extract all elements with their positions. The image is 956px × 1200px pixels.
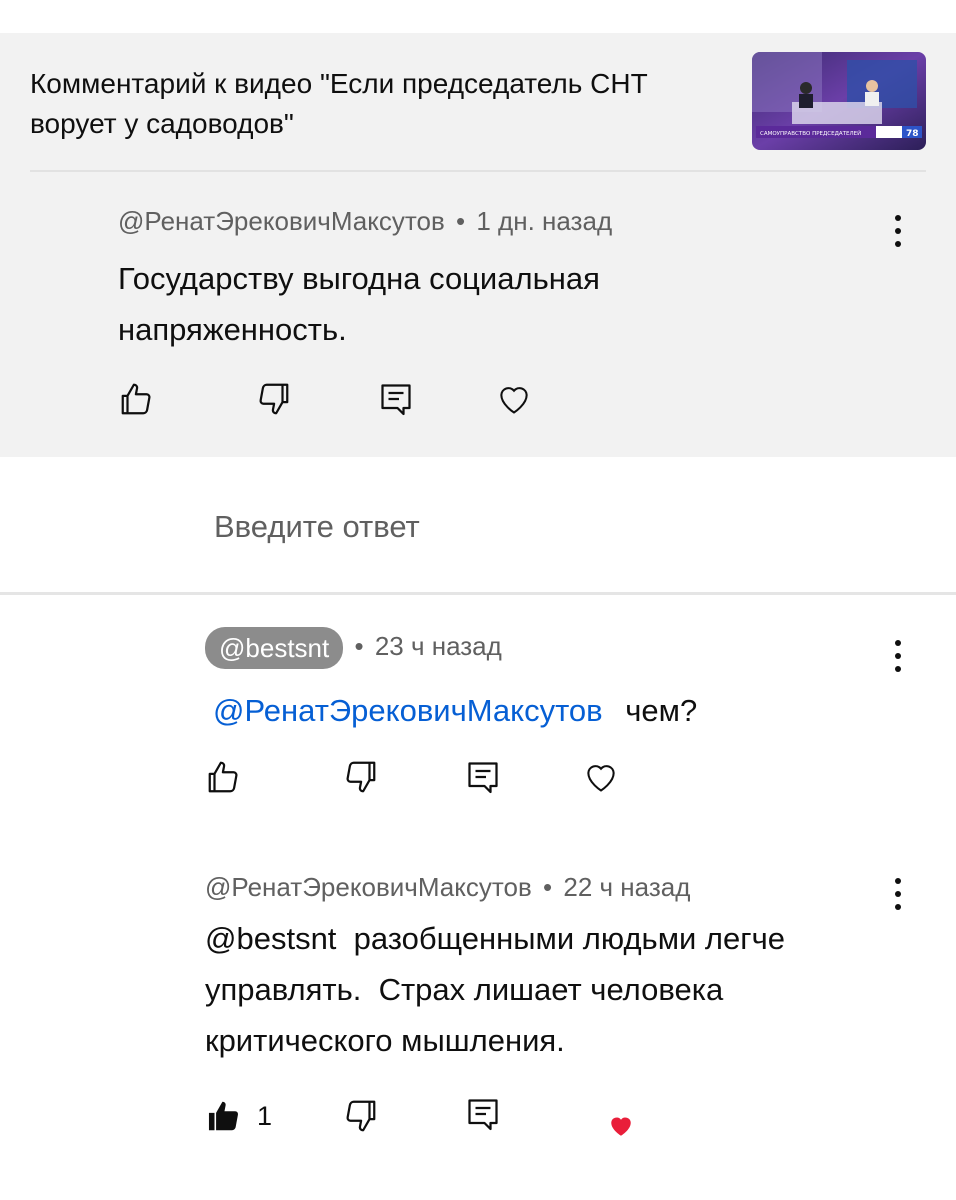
thumbnail-caption: САМОУПРАВСТВО ПРЕДСЕДАТЕЛЕЙ (760, 130, 861, 137)
comment-time: 1 дн. назад (476, 206, 613, 236)
like-count: 1 (257, 1100, 273, 1131)
comment-actions (118, 380, 558, 420)
thumbs-up-icon (208, 761, 238, 793)
comment-actions (205, 758, 645, 798)
reply-input[interactable]: Введите ответ (214, 505, 420, 549)
input-divider (0, 592, 956, 595)
reply-icon (381, 384, 411, 416)
video-thumbnail[interactable]: САМОУПРАВСТВО ПРЕДСЕДАТЕЛЕЙ 78 (752, 52, 926, 150)
comment-item: @РенатЭрековичМаксутов • 1 дн. назад Гос… (118, 205, 878, 355)
comment-text-body: чем? (625, 693, 698, 728)
more-vert-icon[interactable] (886, 874, 910, 914)
heart-icon (500, 387, 528, 414)
mention-link[interactable]: @РенатЭрековичМаксутов (213, 693, 603, 728)
comment-text: @bestsnt разобщенными людьми легче управ… (205, 921, 794, 1058)
dislike-button[interactable] (341, 758, 379, 796)
comment-text: Государству выгодна социальная напряженн… (118, 261, 600, 347)
more-vert-icon[interactable] (886, 636, 910, 676)
comment-text: @РенатЭрековичМаксутов чем? (205, 685, 885, 736)
comment-meta: @РенатЭрековичМаксутов • 22 ч назад (205, 871, 885, 903)
reply-button[interactable] (378, 380, 414, 418)
dislike-button[interactable] (341, 1097, 379, 1135)
tv-news-studio-thumbnail: САМОУПРАВСТВО ПРЕДСЕДАТЕЛЕЙ 78 (752, 52, 926, 150)
reply-icon (468, 1099, 498, 1131)
creator-heart (607, 1113, 635, 1139)
comment-actions: 1 (205, 1095, 665, 1139)
meta-separator: • (456, 206, 466, 236)
dislike-button[interactable] (254, 380, 292, 418)
comment-time: 22 ч назад (563, 872, 691, 902)
comment-author-chip[interactable]: @bestsnt (205, 627, 344, 669)
thumbs-down-icon (346, 1100, 376, 1132)
heart-filled-icon (611, 1117, 631, 1136)
reply-button[interactable] (465, 758, 501, 796)
thumbs-down-icon (259, 383, 289, 415)
comment-time: 23 ч назад (374, 630, 502, 661)
comment-author[interactable]: @РенатЭрековичМаксутов (118, 206, 445, 236)
reply-icon (468, 762, 498, 794)
heart-icon (587, 765, 615, 792)
thumbs-up-icon (121, 383, 151, 415)
heart-button[interactable] (494, 380, 534, 418)
heart-button[interactable] (581, 758, 621, 796)
comment-item: @bestsnt • 23 ч назад @РенатЭрековичМакс… (205, 627, 885, 736)
reply-button[interactable] (465, 1095, 501, 1133)
video-title[interactable]: Комментарий к видео "Если председатель С… (30, 64, 730, 144)
header-divider (30, 170, 926, 172)
comment-item: @РенатЭрековичМаксутов • 22 ч назад @bes… (205, 871, 885, 1066)
meta-separator: • (354, 630, 364, 661)
video-context-header: Комментарий к видео "Если председатель С… (0, 0, 956, 150)
like-button[interactable] (205, 758, 243, 796)
comment-author[interactable]: @РенатЭрековичМаксутов (205, 872, 532, 902)
comment-meta: @РенатЭрековичМаксутов • 1 дн. назад (118, 205, 878, 237)
like-button[interactable]: 1 (205, 1097, 272, 1135)
more-vert-icon[interactable] (886, 211, 910, 251)
meta-separator: • (543, 872, 553, 902)
thumbs-up-filled-icon (208, 1101, 238, 1131)
thumbs-down-icon (346, 761, 376, 793)
like-button[interactable] (118, 380, 156, 418)
thumbnail-channel: 78 (906, 129, 919, 139)
comment-meta: @bestsnt • 23 ч назад (205, 627, 885, 669)
